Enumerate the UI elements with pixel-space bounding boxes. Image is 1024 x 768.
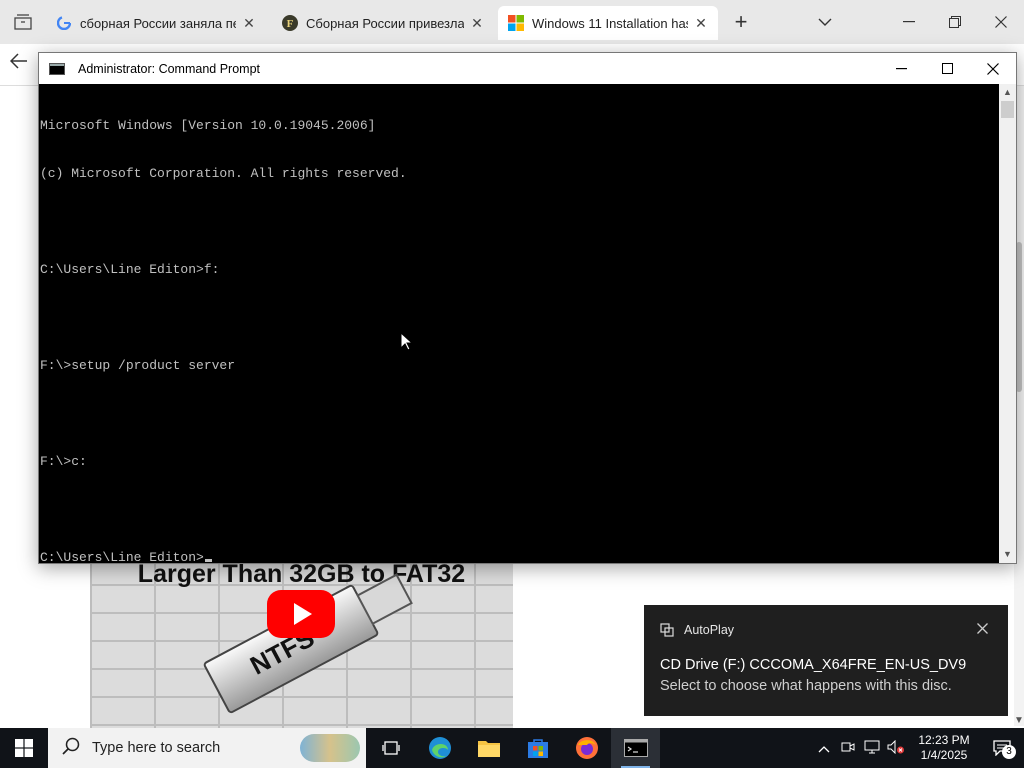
command-prompt-taskbar-icon[interactable] bbox=[611, 728, 660, 768]
toast-close-icon[interactable] bbox=[977, 621, 988, 638]
search-highlight-image[interactable] bbox=[300, 734, 360, 762]
task-view-icon[interactable] bbox=[366, 728, 415, 768]
tab-list-chevron-icon[interactable] bbox=[802, 0, 848, 44]
firefox-icon[interactable] bbox=[562, 728, 611, 768]
chevron-up-icon[interactable] bbox=[812, 741, 836, 756]
cmd-titlebar[interactable]: Administrator: Command Prompt bbox=[39, 53, 1016, 84]
scroll-down-arrow-icon[interactable]: ▼ bbox=[999, 546, 1016, 563]
console-line: F:\>setup /product server bbox=[40, 358, 236, 373]
windows-logo-icon bbox=[15, 739, 33, 757]
browser-close-icon[interactable] bbox=[978, 0, 1024, 44]
system-tray: 12:23 PM 1/4/2025 3 bbox=[812, 728, 1024, 768]
toast-title: CD Drive (F:) CCCOMA_X64FRE_EN-US_DV9 bbox=[660, 657, 967, 673]
console-prompt-line[interactable]: C:\Users\Line Editon> bbox=[40, 550, 1000, 563]
console-scrollbar-thumb[interactable] bbox=[1001, 101, 1014, 118]
minimize-icon[interactable] bbox=[878, 53, 924, 84]
svg-text:F: F bbox=[287, 18, 294, 30]
taskbar: Type here to search 12:23 PM 1/4/2025 3 bbox=[0, 728, 1024, 768]
google-icon bbox=[56, 15, 72, 31]
search-icon bbox=[62, 737, 80, 760]
console-output[interactable]: Microsoft Windows [Version 10.0.19045.20… bbox=[39, 84, 1000, 563]
console-icon bbox=[49, 62, 65, 75]
close-icon[interactable] bbox=[970, 53, 1016, 84]
tab-close-icon[interactable]: ✕ bbox=[470, 15, 484, 32]
toast-app-name: AutoPlay bbox=[684, 623, 735, 637]
browser-tab-3-active[interactable]: Windows 11 Installation has fai ✕ bbox=[498, 6, 718, 40]
network-icon[interactable] bbox=[860, 740, 884, 757]
tab-title: сборная России заняла перво bbox=[80, 15, 236, 31]
edge-browser-icon[interactable] bbox=[415, 728, 464, 768]
microsoft-store-icon[interactable] bbox=[513, 728, 562, 768]
autoplay-notification[interactable]: AutoPlay CD Drive (F:) CCCOMA_X64FRE_EN-… bbox=[644, 605, 1008, 716]
thumbnail-title: Larger Than 32GB to FAT32 bbox=[137, 560, 466, 588]
console-prompt: C:\Users\Line Editon> bbox=[40, 550, 204, 563]
tab-title: Windows 11 Installation has fai bbox=[532, 15, 688, 31]
windows-icon bbox=[508, 15, 524, 31]
clock-time: 12:23 PM bbox=[918, 733, 970, 747]
action-center-button[interactable]: 3 bbox=[980, 728, 1024, 768]
browser-tabstrip: сборная России заняла перво ✕ F Сборная … bbox=[0, 0, 1024, 44]
tab-close-icon[interactable]: ✕ bbox=[694, 15, 708, 32]
taskbar-search-box[interactable]: Type here to search bbox=[48, 728, 366, 768]
text-cursor bbox=[204, 559, 212, 562]
tab-actions-icon[interactable] bbox=[0, 0, 46, 44]
window-title: Administrator: Command Prompt bbox=[78, 61, 261, 76]
tab-title: Сборная России привезла зо bbox=[306, 15, 464, 31]
scroll-down-arrow-icon[interactable]: ▼ bbox=[1014, 715, 1024, 726]
search-placeholder: Type here to search bbox=[92, 740, 221, 756]
back-arrow-icon[interactable] bbox=[9, 52, 28, 75]
console-line: F:\>c: bbox=[40, 454, 87, 469]
browser-tab-2[interactable]: F Сборная России привезла зо ✕ bbox=[272, 6, 494, 40]
toast-body: Select to choose what happens with this … bbox=[660, 678, 952, 694]
video-thumbnail[interactable]: Larger Than 32GB to FAT32 NTFS bbox=[90, 556, 513, 728]
youtube-play-icon[interactable] bbox=[267, 590, 335, 638]
start-button[interactable] bbox=[0, 728, 48, 768]
system-clock[interactable]: 12:23 PM 1/4/2025 bbox=[908, 733, 980, 763]
console-scrollbar[interactable]: ▲ ▼ bbox=[999, 84, 1016, 563]
browser-tab-1[interactable]: сборная России заняла перво ✕ bbox=[46, 6, 266, 40]
browser-minimize-icon[interactable] bbox=[886, 0, 932, 44]
command-prompt-window[interactable]: Administrator: Command Prompt Microsoft … bbox=[38, 52, 1017, 564]
clock-date: 1/4/2025 bbox=[920, 748, 968, 762]
f-site-icon: F bbox=[282, 15, 298, 31]
console-line: Microsoft Windows [Version 10.0.19045.20… bbox=[40, 118, 376, 133]
volume-muted-icon[interactable] bbox=[884, 739, 908, 757]
browser-restore-icon[interactable] bbox=[932, 0, 978, 44]
file-explorer-icon[interactable] bbox=[464, 728, 513, 768]
meet-now-icon[interactable] bbox=[836, 741, 860, 756]
autoplay-icon bbox=[660, 623, 674, 637]
notification-count-badge: 3 bbox=[1002, 745, 1016, 759]
maximize-icon[interactable] bbox=[924, 53, 970, 84]
new-tab-button[interactable]: + bbox=[718, 0, 764, 44]
console-line: (c) Microsoft Corporation. All rights re… bbox=[40, 166, 407, 181]
tab-close-icon[interactable]: ✕ bbox=[242, 15, 256, 32]
toast-header: AutoPlay bbox=[660, 623, 734, 637]
console-line: C:\Users\Line Editon>f: bbox=[40, 262, 220, 277]
scroll-up-arrow-icon[interactable]: ▲ bbox=[999, 84, 1016, 101]
